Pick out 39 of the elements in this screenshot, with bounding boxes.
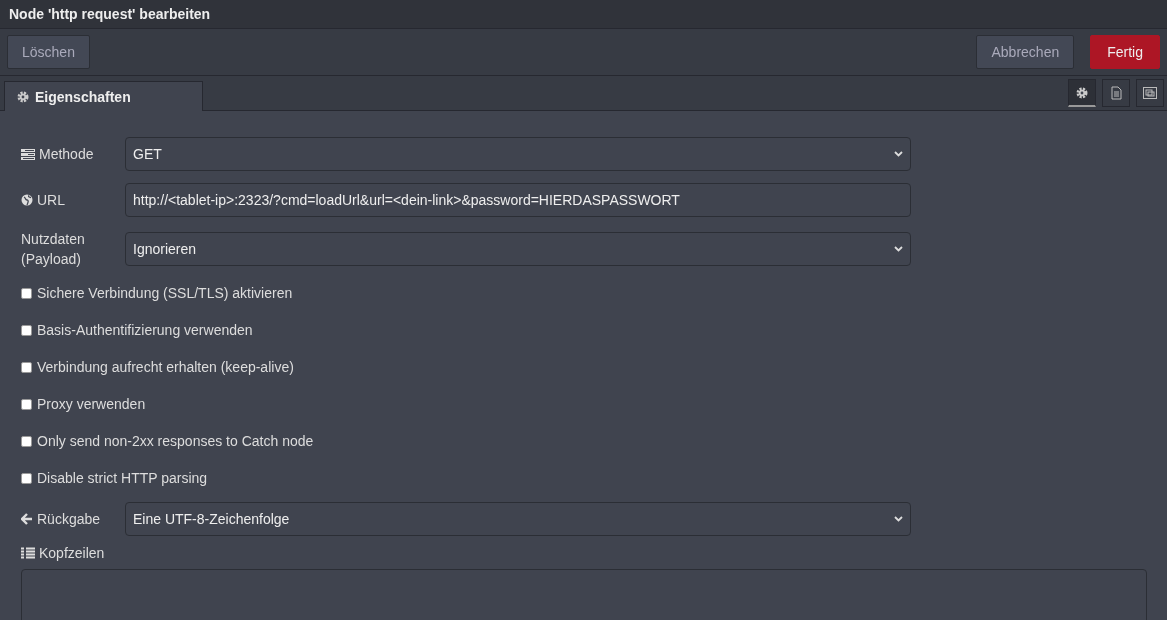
checkbox[interactable] xyxy=(21,472,32,484)
checkbox-label: Only send non-2xx responses to Catch node xyxy=(37,433,314,449)
input-field[interactable]: http://<tablet-ip>:2323/?cmd=loadUrl&url=<dein-link>&password=HIERDASPASSWORT xyxy=(125,183,911,217)
caret-icon xyxy=(894,151,903,157)
side-tab[interactable] xyxy=(1068,79,1096,107)
action-button[interactable]: Löschen xyxy=(7,35,90,69)
checkbox-label: Verbindung aufrecht erhalten (keep-alive) xyxy=(37,359,294,375)
list-icon xyxy=(21,547,35,559)
action-button[interactable]: Abbrechen xyxy=(976,35,1075,69)
checkbox-label: Basis-Authentifizierung verwenden xyxy=(37,322,253,338)
section-label: Kopfzeilen xyxy=(39,544,105,563)
frame-icon xyxy=(1142,86,1158,100)
checkbox[interactable] xyxy=(21,287,32,299)
document-icon xyxy=(1110,86,1122,100)
gear-icon xyxy=(1076,86,1088,99)
dropdown[interactable]: Eine UTF-8-Zeichenfolge xyxy=(125,502,911,536)
globe-icon xyxy=(21,194,33,206)
list-icon xyxy=(21,148,35,160)
side-tab[interactable] xyxy=(1136,79,1164,107)
arrow-left-icon xyxy=(21,513,33,525)
checkbox[interactable] xyxy=(21,361,32,373)
dropdown[interactable]: GET xyxy=(125,137,911,171)
field-label: Methode xyxy=(39,145,94,164)
checkbox[interactable] xyxy=(21,398,32,410)
checkbox-label: Proxy verwenden xyxy=(37,396,146,412)
dialog-title: Node 'http request' bearbeiten xyxy=(0,0,1167,29)
checkbox[interactable] xyxy=(21,324,32,336)
dropdown[interactable]: Ignorieren xyxy=(125,232,911,266)
checkbox[interactable] xyxy=(21,435,32,447)
gear-icon xyxy=(17,90,29,103)
checkbox-label: Disable strict HTTP parsing xyxy=(37,470,208,486)
field-label: Rückgabe xyxy=(37,510,101,529)
done-button[interactable]: Fertig xyxy=(1090,35,1160,69)
tab[interactable]: Eigenschaften xyxy=(4,81,203,111)
checkbox-label: Sichere Verbindung (SSL/TLS) aktivieren xyxy=(37,285,293,301)
field-label: URL xyxy=(37,191,65,210)
caret-icon xyxy=(894,246,903,252)
caret-icon xyxy=(894,516,903,522)
field-label: Nutzdaten (Payload) xyxy=(21,230,86,269)
